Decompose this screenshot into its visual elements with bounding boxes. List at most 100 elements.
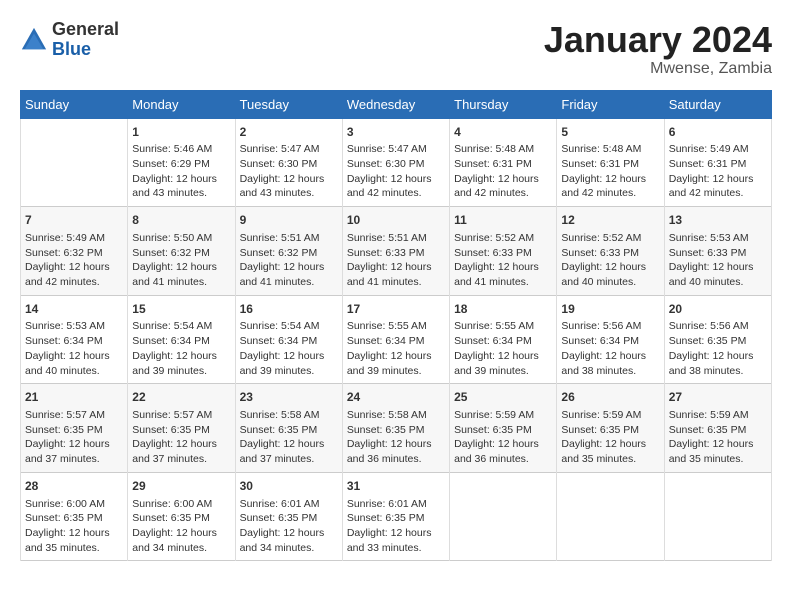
day-info: Sunrise: 6:00 AMSunset: 6:35 PMDaylight:…: [132, 497, 230, 556]
day-number: 20: [669, 301, 767, 318]
calendar-cell: 5Sunrise: 5:48 AMSunset: 6:31 PMDaylight…: [557, 118, 664, 207]
day-number: 7: [25, 212, 123, 229]
day-info: Sunrise: 5:48 AMSunset: 6:31 PMDaylight:…: [561, 142, 659, 201]
calendar-cell: 22Sunrise: 5:57 AMSunset: 6:35 PMDayligh…: [128, 384, 235, 473]
day-number: 22: [132, 389, 230, 406]
calendar-cell: 20Sunrise: 5:56 AMSunset: 6:35 PMDayligh…: [664, 295, 771, 384]
day-number: 14: [25, 301, 123, 318]
day-number: 28: [25, 478, 123, 495]
day-number: 24: [347, 389, 445, 406]
logo-icon: [20, 26, 48, 54]
month-title: January 2024: [544, 20, 772, 60]
calendar-cell: 16Sunrise: 5:54 AMSunset: 6:34 PMDayligh…: [235, 295, 342, 384]
page: General Blue January 2024 Mwense, Zambia…: [0, 0, 792, 571]
day-info: Sunrise: 6:00 AMSunset: 6:35 PMDaylight:…: [25, 497, 123, 556]
calendar-cell: 19Sunrise: 5:56 AMSunset: 6:34 PMDayligh…: [557, 295, 664, 384]
title-block: January 2024 Mwense, Zambia: [544, 20, 772, 78]
calendar-cell: 13Sunrise: 5:53 AMSunset: 6:33 PMDayligh…: [664, 207, 771, 296]
header: General Blue January 2024 Mwense, Zambia: [20, 20, 772, 78]
calendar-cell: 11 Sunrise: 5:52 AMSunset: 6:33 PMDayligh…: [450, 207, 557, 296]
calendar-cell: 29 Sunrise: 6:00 AMSunset: 6:35 PMDayligh…: [128, 472, 235, 561]
calendar-cell: 2Sunrise: 5:47 AMSunset: 6:30 PMDaylight…: [235, 118, 342, 207]
calendar-cell: 7 Sunrise: 5:49 AMSunset: 6:32 PMDaylight…: [21, 207, 128, 296]
calendar-cell: 23 Sunrise: 5:58 AMSunset: 6:35 PMDayligh…: [235, 384, 342, 473]
location: Mwense, Zambia: [544, 60, 772, 78]
col-monday: Monday: [128, 90, 235, 118]
day-number: 9: [240, 212, 338, 229]
calendar-week-1: 1Sunrise: 5:46 AMSunset: 6:29 PMDaylight…: [21, 118, 772, 207]
day-info: Sunrise: 5:52 AMSunset: 6:33 PMDaylight:…: [561, 231, 659, 290]
day-info: Sunrise: 5:59 AMSunset: 6:35 PMDaylight:…: [669, 408, 767, 467]
day-number: 6: [669, 124, 767, 141]
calendar-cell: 4Sunrise: 5:48 AMSunset: 6:31 PMDaylight…: [450, 118, 557, 207]
day-number: 17: [347, 301, 445, 318]
day-info: Sunrise: 5:48 AMSunset: 6:31 PMDaylight:…: [454, 142, 552, 201]
day-number: 30: [240, 478, 338, 495]
day-number: 1: [132, 124, 230, 141]
calendar-cell: 1Sunrise: 5:46 AMSunset: 6:29 PMDaylight…: [128, 118, 235, 207]
header-row: Sunday Monday Tuesday Wednesday Thursday…: [21, 90, 772, 118]
calendar-cell: 12 Sunrise: 5:52 AMSunset: 6:33 PMDayligh…: [557, 207, 664, 296]
calendar-cell: 17Sunrise: 5:55 AMSunset: 6:34 PMDayligh…: [342, 295, 449, 384]
calendar-body: 1Sunrise: 5:46 AMSunset: 6:29 PMDaylight…: [21, 118, 772, 561]
calendar-cell: [557, 472, 664, 561]
day-info: Sunrise: 5:51 AMSunset: 6:32 PMDaylight:…: [240, 231, 338, 290]
calendar-cell: 10Sunrise: 5:51 AMSunset: 6:33 PMDayligh…: [342, 207, 449, 296]
day-number: 11: [454, 212, 552, 229]
logo-blue-text: Blue: [52, 40, 119, 60]
calendar-cell: 27 Sunrise: 5:59 AMSunset: 6:35 PMDayligh…: [664, 384, 771, 473]
calendar-cell: [664, 472, 771, 561]
day-info: Sunrise: 5:59 AMSunset: 6:35 PMDaylight:…: [561, 408, 659, 467]
calendar-week-5: 28 Sunrise: 6:00 AMSunset: 6:35 PMDayligh…: [21, 472, 772, 561]
day-number: 15: [132, 301, 230, 318]
day-number: 23: [240, 389, 338, 406]
day-info: Sunrise: 5:47 AMSunset: 6:30 PMDaylight:…: [347, 142, 445, 201]
day-info: Sunrise: 5:59 AMSunset: 6:35 PMDaylight:…: [454, 408, 552, 467]
calendar-week-4: 21 Sunrise: 5:57 AMSunset: 6:35 PMDayligh…: [21, 384, 772, 473]
day-info: Sunrise: 5:46 AMSunset: 6:29 PMDaylight:…: [132, 142, 230, 201]
col-friday: Friday: [557, 90, 664, 118]
day-info: Sunrise: 5:52 AMSunset: 6:33 PMDaylight:…: [454, 231, 552, 290]
calendar-cell: 30 Sunrise: 6:01 AMSunset: 6:35 PMDayligh…: [235, 472, 342, 561]
day-info: Sunrise: 5:58 AMSunset: 6:35 PMDaylight:…: [347, 408, 445, 467]
day-info: Sunrise: 5:58 AMSunset: 6:35 PMDaylight:…: [240, 408, 338, 467]
day-number: 2: [240, 124, 338, 141]
day-number: 13: [669, 212, 767, 229]
day-info: Sunrise: 5:57 AMSunset: 6:35 PMDaylight:…: [25, 408, 123, 467]
calendar-cell: 26Sunrise: 5:59 AMSunset: 6:35 PMDayligh…: [557, 384, 664, 473]
day-number: 3: [347, 124, 445, 141]
day-info: Sunrise: 5:54 AMSunset: 6:34 PMDaylight:…: [132, 319, 230, 378]
col-tuesday: Tuesday: [235, 90, 342, 118]
day-number: 31: [347, 478, 445, 495]
calendar-week-3: 14Sunrise: 5:53 AMSunset: 6:34 PMDayligh…: [21, 295, 772, 384]
col-thursday: Thursday: [450, 90, 557, 118]
calendar-cell: 25Sunrise: 5:59 AMSunset: 6:35 PMDayligh…: [450, 384, 557, 473]
day-number: 5: [561, 124, 659, 141]
day-number: 12: [561, 212, 659, 229]
calendar-cell: 8 Sunrise: 5:50 AMSunset: 6:32 PMDaylight…: [128, 207, 235, 296]
calendar-cell: 15Sunrise: 5:54 AMSunset: 6:34 PMDayligh…: [128, 295, 235, 384]
day-number: 29: [132, 478, 230, 495]
calendar-cell: 6Sunrise: 5:49 AMSunset: 6:31 PMDaylight…: [664, 118, 771, 207]
logo-general-text: General: [52, 20, 119, 40]
day-number: 19: [561, 301, 659, 318]
day-info: Sunrise: 5:55 AMSunset: 6:34 PMDaylight:…: [347, 319, 445, 378]
day-number: 8: [132, 212, 230, 229]
col-saturday: Saturday: [664, 90, 771, 118]
day-info: Sunrise: 5:56 AMSunset: 6:34 PMDaylight:…: [561, 319, 659, 378]
calendar-cell: 21 Sunrise: 5:57 AMSunset: 6:35 PMDayligh…: [21, 384, 128, 473]
day-info: Sunrise: 5:53 AMSunset: 6:34 PMDaylight:…: [25, 319, 123, 378]
day-number: 27: [669, 389, 767, 406]
day-number: 21: [25, 389, 123, 406]
calendar-cell: 14Sunrise: 5:53 AMSunset: 6:34 PMDayligh…: [21, 295, 128, 384]
col-sunday: Sunday: [21, 90, 128, 118]
day-info: Sunrise: 6:01 AMSunset: 6:35 PMDaylight:…: [240, 497, 338, 556]
day-info: Sunrise: 5:50 AMSunset: 6:32 PMDaylight:…: [132, 231, 230, 290]
logo: General Blue: [20, 20, 119, 60]
day-info: Sunrise: 5:49 AMSunset: 6:32 PMDaylight:…: [25, 231, 123, 290]
calendar-cell: 9 Sunrise: 5:51 AMSunset: 6:32 PMDaylight…: [235, 207, 342, 296]
day-number: 16: [240, 301, 338, 318]
calendar-cell: 31Sunrise: 6:01 AMSunset: 6:35 PMDayligh…: [342, 472, 449, 561]
col-wednesday: Wednesday: [342, 90, 449, 118]
calendar-cell: 28 Sunrise: 6:00 AMSunset: 6:35 PMDayligh…: [21, 472, 128, 561]
